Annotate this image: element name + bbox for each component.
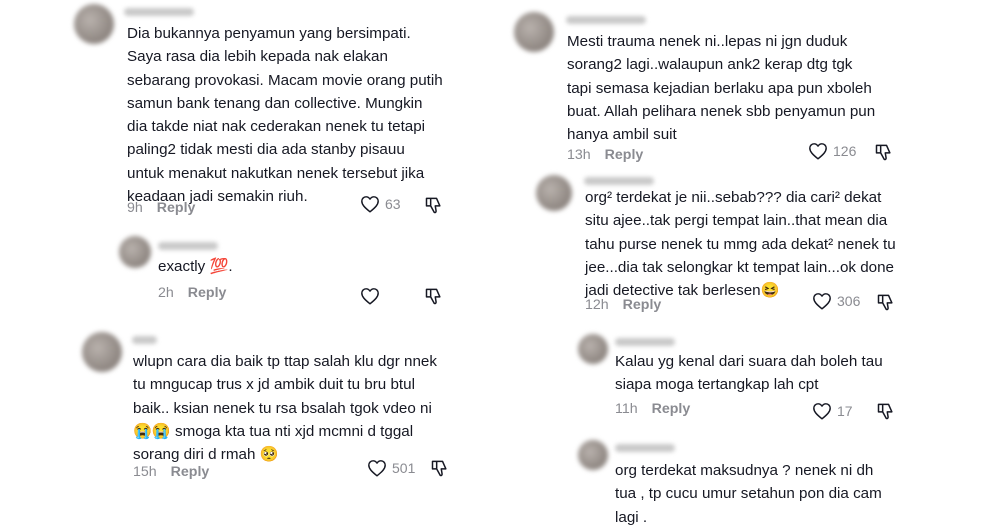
avatar[interactable] (578, 440, 608, 470)
like-button[interactable] (360, 287, 380, 305)
reply-button[interactable]: Reply (157, 200, 196, 216)
dislike-button[interactable] (874, 142, 894, 162)
username[interactable] (566, 16, 646, 24)
avatar[interactable] (74, 4, 114, 44)
comment-text: Mesti trauma nenek ni..lepas ni jgn dudu… (567, 33, 876, 144)
like-button[interactable]: 501 (367, 459, 415, 477)
reply-button[interactable]: Reply (652, 401, 691, 417)
like-count: 63 (385, 196, 401, 212)
thumbs-down-outline-icon (425, 288, 441, 305)
comment-text: Dia bukannya penyamun yang bersimpati. S… (127, 25, 443, 206)
like-count: 17 (837, 403, 853, 419)
dislike-button[interactable] (876, 292, 896, 312)
heart-outline-icon (809, 143, 827, 160)
reply-button[interactable]: Reply (171, 464, 210, 480)
comment-text: org terdekat maksudnya ? nenek ni dh tua… (615, 462, 882, 526)
comment-meta: 11h Reply (615, 401, 690, 417)
comment-time: 13h (567, 147, 591, 163)
heart-outline-icon (813, 293, 831, 310)
comment-meta: 13h Reply (567, 147, 643, 163)
like-button[interactable]: 306 (812, 292, 860, 310)
comment-meta: 15h Reply (133, 464, 209, 480)
thumbs-down-outline-icon (431, 460, 447, 477)
comment-time: 9h (127, 200, 143, 216)
thumbs-down-outline-icon (877, 403, 893, 420)
dislike-button[interactable] (876, 401, 896, 421)
comment-meta: 2h Reply (158, 285, 226, 301)
comment-text: Kalau yg kenal dari suara dah boleh tau … (615, 353, 883, 394)
like-button[interactable]: 126 (808, 142, 856, 160)
like-button[interactable]: 17 (812, 402, 853, 420)
comment-meta: 12h Reply (585, 297, 661, 313)
like-count: 306 (837, 293, 861, 309)
avatar[interactable] (536, 175, 572, 211)
comment-time: 11h (615, 401, 638, 417)
comment-text: org² terdekat je nii..sebab??? dia cari²… (585, 189, 896, 300)
username[interactable] (584, 177, 654, 185)
dislike-button[interactable] (424, 195, 444, 215)
avatar[interactable] (82, 332, 122, 372)
like-count: 126 (833, 143, 857, 159)
heart-outline-icon (361, 196, 379, 213)
thumbs-down-outline-icon (875, 144, 891, 161)
dislike-button[interactable] (424, 286, 444, 306)
dislike-button[interactable] (430, 458, 450, 478)
avatar[interactable] (119, 236, 151, 268)
username[interactable] (615, 444, 675, 452)
like-count: 501 (392, 460, 416, 476)
username[interactable] (124, 8, 194, 16)
reply-button[interactable]: Reply (623, 297, 662, 313)
like-button[interactable]: 63 (360, 195, 401, 213)
avatar[interactable] (514, 12, 554, 52)
comment-time: 12h (585, 297, 609, 313)
comment-meta: 9h Reply (127, 200, 195, 216)
comment-text: wlupn cara dia baik tp ttap salah klu dg… (133, 353, 437, 464)
thumbs-down-outline-icon (877, 294, 893, 311)
thumbs-down-outline-icon (425, 197, 441, 214)
heart-outline-icon (361, 288, 379, 305)
username[interactable] (615, 338, 675, 346)
comment-time: 15h (133, 464, 157, 480)
heart-outline-icon (368, 460, 386, 477)
comment-text: exactly 💯. (158, 258, 233, 275)
heart-outline-icon (813, 403, 831, 420)
username[interactable] (132, 336, 157, 344)
username[interactable] (158, 242, 218, 250)
avatar[interactable] (578, 334, 608, 364)
reply-button[interactable]: Reply (188, 285, 227, 301)
reply-button[interactable]: Reply (605, 147, 644, 163)
comment-time: 2h (158, 285, 174, 301)
